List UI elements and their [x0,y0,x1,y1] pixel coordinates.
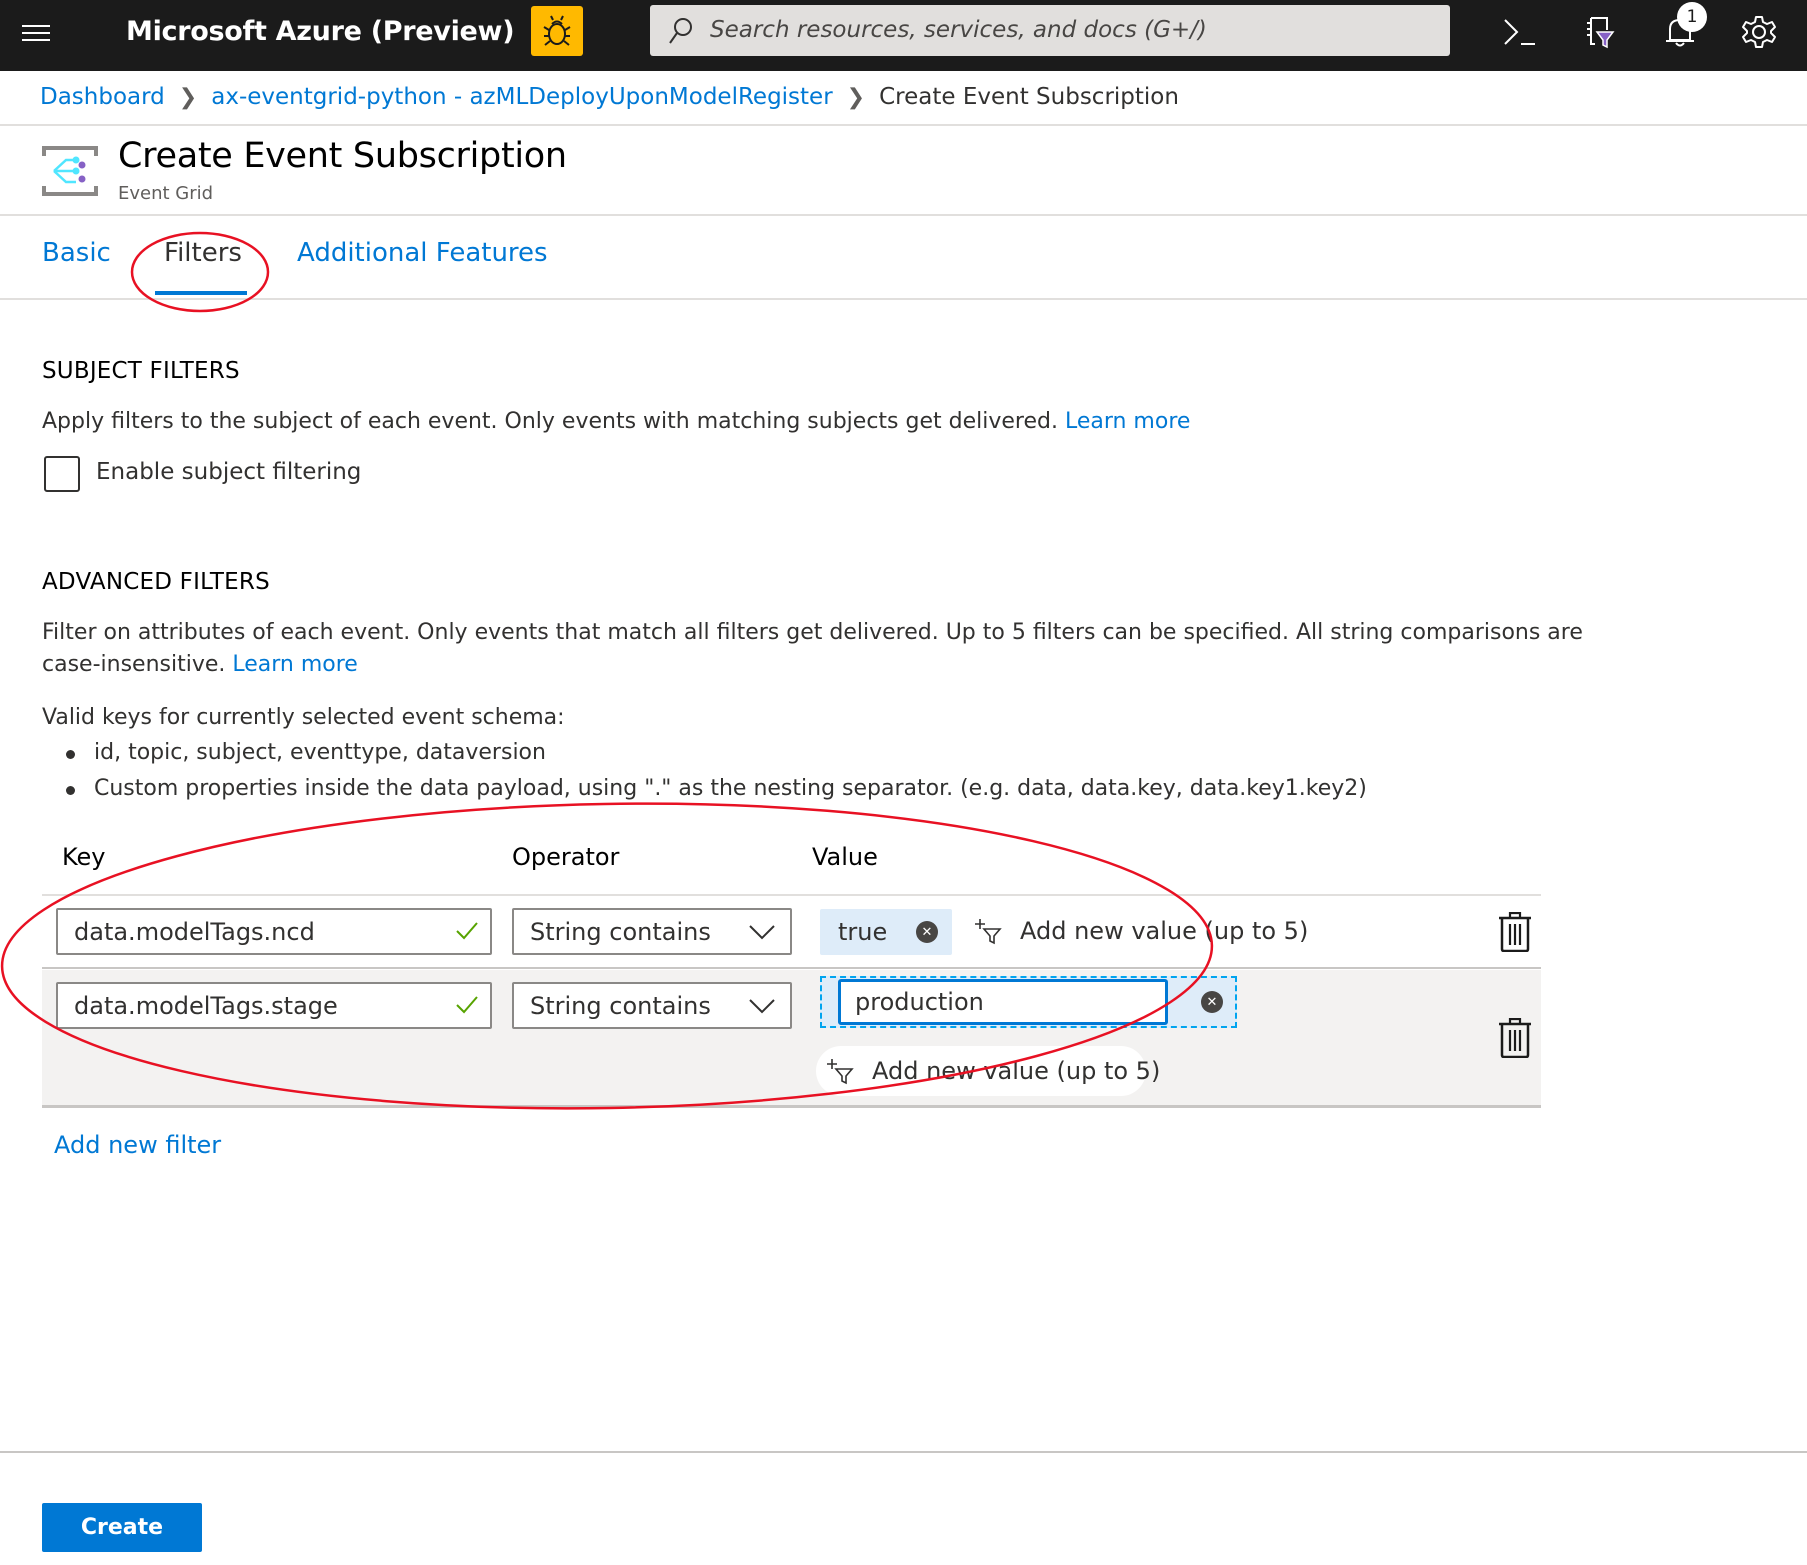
filter-operator-dropdown[interactable]: String contains [512,908,792,955]
filter-value-text: true [838,918,888,946]
divider [0,214,1807,216]
search-placeholder: Search resources, services, and docs (G+… [710,17,1207,43]
page-title: Create Event Subscription [118,136,567,176]
breadcrumb: Dashboard ❯ ax-eventgrid-python - azMLDe… [40,84,1179,110]
add-new-filter-link[interactable]: Add new filter [54,1131,221,1159]
filter-key-value: data.modelTags.ncd [74,917,315,946]
bullet-icon [66,786,75,795]
footer-divider [0,1451,1807,1453]
enable-subject-filtering-checkbox[interactable] [44,456,80,492]
bullet-icon [66,750,75,759]
filter-key-input[interactable]: data.modelTags.ncd [56,908,492,955]
subject-filters-heading: SUBJECT FILTERS [42,358,240,384]
remove-value-icon[interactable]: ✕ [1201,991,1223,1013]
filter-key-input[interactable]: data.modelTags.stage [56,982,492,1029]
advanced-filters-heading: ADVANCED FILTERS [42,569,270,595]
breadcrumb-current: Create Event Subscription [879,84,1179,110]
chevron-right-icon: ❯ [178,84,198,110]
directory-filter-button[interactable] [1577,10,1621,54]
delete-filter-icon[interactable] [1498,1018,1532,1058]
filter-operator-dropdown[interactable]: String contains [512,982,792,1029]
add-new-value-label: Add new value (up to 5) [1020,917,1309,945]
top-bar: Microsoft Azure (Preview) Search resourc… [0,0,1807,71]
delete-filter-icon[interactable] [1498,912,1532,952]
tab-additional-features[interactable]: Additional Features [297,238,548,268]
breadcrumb-dashboard[interactable]: Dashboard [40,84,165,110]
column-header-key: Key [62,843,106,871]
chevron-down-icon [749,925,775,940]
valid-key-item: Custom properties inside the data payloa… [94,776,1367,801]
tab-filters[interactable]: Filters [164,238,242,268]
checkmark-icon [456,996,478,1014]
advanced-filters-description-line2: case-insensitive. Learn more [42,652,358,677]
preview-feedback-button[interactable] [531,6,583,56]
search-icon [669,18,692,44]
chevron-right-icon: ❯ [846,84,866,110]
notification-count-badge: 1 [1677,2,1707,32]
settings-button[interactable] [1737,10,1781,54]
add-new-value-button[interactable]: Add new value (up to 5) [826,1057,1160,1085]
directory-filter-icon [1587,17,1615,49]
valid-keys-label: Valid keys for currently selected event … [42,705,565,730]
cloud-shell-button[interactable] [1497,10,1541,54]
cloud-shell-icon [1504,19,1535,45]
column-header-operator: Operator [512,843,620,871]
add-filter-icon [975,919,1002,945]
global-search-input[interactable]: Search resources, services, and docs (G+… [650,5,1450,56]
description-text: Apply filters to the subject of each eve… [42,409,1058,434]
tab-basic[interactable]: Basic [42,238,111,268]
filter-operator-value: String contains [530,917,711,946]
valid-key-item: id, topic, subject, eventtype, dataversi… [94,740,546,765]
subject-filters-description: Apply filters to the subject of each eve… [42,409,1190,434]
advanced-filters-description-line1: Filter on attributes of each event. Only… [42,620,1583,645]
description-text: case-insensitive. [42,652,226,677]
divider [42,967,1541,969]
filter-key-value: data.modelTags.stage [74,991,338,1020]
page-subtitle: Event Grid [118,183,214,204]
chevron-down-icon [749,999,775,1014]
active-tab-indicator [155,291,247,295]
breadcrumb-event-grid-topic[interactable]: ax-eventgrid-python - azMLDeployUponMode… [211,84,832,110]
divider [0,124,1807,126]
add-filter-icon [827,1059,854,1085]
subject-learn-more-link[interactable]: Learn more [1065,409,1190,434]
advanced-learn-more-link[interactable]: Learn more [232,652,357,677]
portal-brand[interactable]: Microsoft Azure (Preview) [126,16,515,47]
enable-subject-filtering-label[interactable]: Enable subject filtering [96,459,361,485]
create-button[interactable]: Create [42,1503,202,1552]
add-new-value-label: Add new value (up to 5) [872,1057,1161,1085]
settings-icon [1742,16,1776,48]
divider [42,1105,1541,1108]
remove-value-icon[interactable]: ✕ [916,921,938,943]
event-grid-icon [42,146,98,196]
filter-value-text: production [855,988,984,1016]
bug-icon [543,15,571,46]
column-header-value: Value [812,843,878,871]
divider [0,298,1807,300]
checkmark-icon [456,922,478,940]
divider [42,894,1541,896]
filter-value-input[interactable]: production [838,979,1168,1025]
filter-operator-value: String contains [530,991,711,1020]
add-new-value-button[interactable]: Add new value (up to 5) [974,917,1308,945]
hamburger-menu-icon[interactable] [22,20,54,50]
